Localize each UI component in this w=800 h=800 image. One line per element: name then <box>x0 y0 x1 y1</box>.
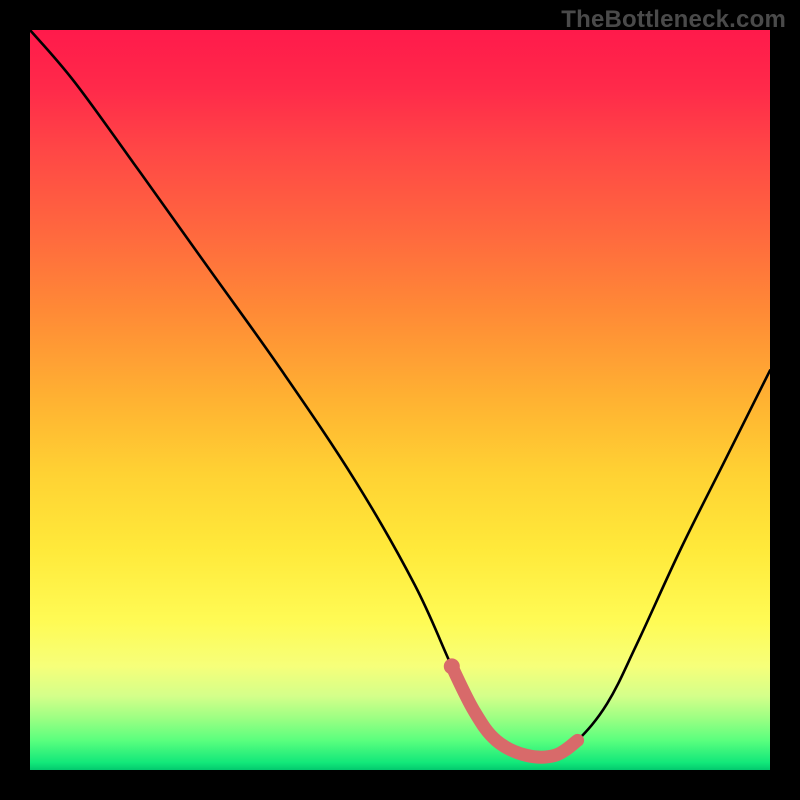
chart-svg <box>30 30 770 770</box>
chart-frame: TheBottleneck.com <box>0 0 800 800</box>
gradient-plot-area <box>30 30 770 770</box>
accent-dot <box>444 658 460 674</box>
bottleneck-curve <box>30 30 770 757</box>
watermark-text: TheBottleneck.com <box>561 6 786 34</box>
accent-segment <box>452 666 578 757</box>
